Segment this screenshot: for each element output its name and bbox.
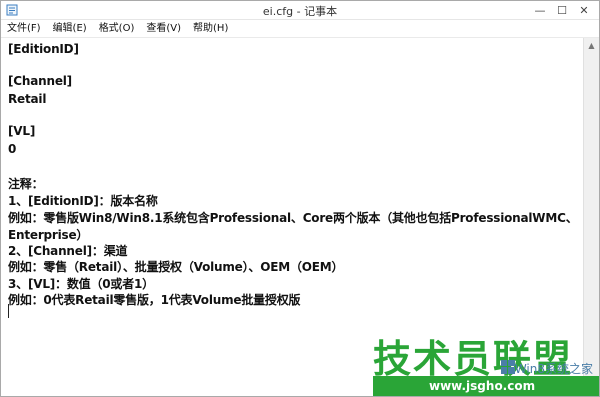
menu-edit[interactable]: 编辑(E) <box>47 20 93 37</box>
text-caret <box>8 304 9 318</box>
text-line: [EditionID] <box>8 42 79 56</box>
watermark-win8: Win8系统之家 <box>514 362 593 376</box>
maximize-icon: ☐ <box>557 3 567 17</box>
title-bar[interactable]: ei.cfg - 记事本 — ☐ ✕ <box>1 1 599 20</box>
text-line: 例如：零售（Retail）、批量授权（Volume）、OEM（OEM） <box>8 260 344 274</box>
menu-bar: 文件(F) 编辑(E) 格式(O) 查看(V) 帮助(H) <box>1 20 599 38</box>
text-line: 例如：0代表Retail零售版，1代表Volume批量授权版 <box>8 293 301 307</box>
window-title: ei.cfg - 记事本 <box>262 5 338 18</box>
maximize-button[interactable]: ☐ <box>551 1 573 19</box>
text-line: 2、[Channel]：渠道 <box>8 244 128 258</box>
scroll-up-arrow[interactable]: ▲ <box>584 38 599 53</box>
menu-format[interactable]: 格式(O) <box>93 20 141 37</box>
menu-help[interactable]: 帮助(H) <box>187 20 234 37</box>
windows-logo-icon <box>501 360 515 374</box>
text-line: 3、[VL]：数值（0或者1） <box>8 277 154 291</box>
close-icon: ✕ <box>579 3 589 17</box>
watermark-site: www.jsgho.com <box>373 376 599 396</box>
text-line: Retail <box>8 92 47 106</box>
text-line: [Channel] <box>8 74 72 88</box>
menu-file[interactable]: 文件(F) <box>1 20 47 37</box>
text-line: 1、[EditionID]：版本名称 <box>8 194 158 208</box>
menu-view[interactable]: 查看(V) <box>140 20 187 37</box>
text-line: [VL] <box>8 124 36 138</box>
text-line: 注释： <box>8 177 44 191</box>
close-button[interactable]: ✕ <box>573 1 595 19</box>
minimize-button[interactable]: — <box>529 1 551 19</box>
text-line: 例如：零售版Win8/Win8.1系统包含Professional、Core两个… <box>8 211 578 225</box>
caption-buttons: — ☐ ✕ <box>529 1 595 19</box>
watermark: 技术员联盟 Win8系统之家 www.jsgho.com <box>373 326 599 396</box>
notepad-window: ei.cfg - 记事本 — ☐ ✕ 文件(F) 编辑(E) 格式(O) 查看(… <box>0 0 600 397</box>
text-line: Enterprise） <box>8 228 89 242</box>
text-line: 0 <box>8 142 17 156</box>
minimize-icon: — <box>534 3 546 17</box>
